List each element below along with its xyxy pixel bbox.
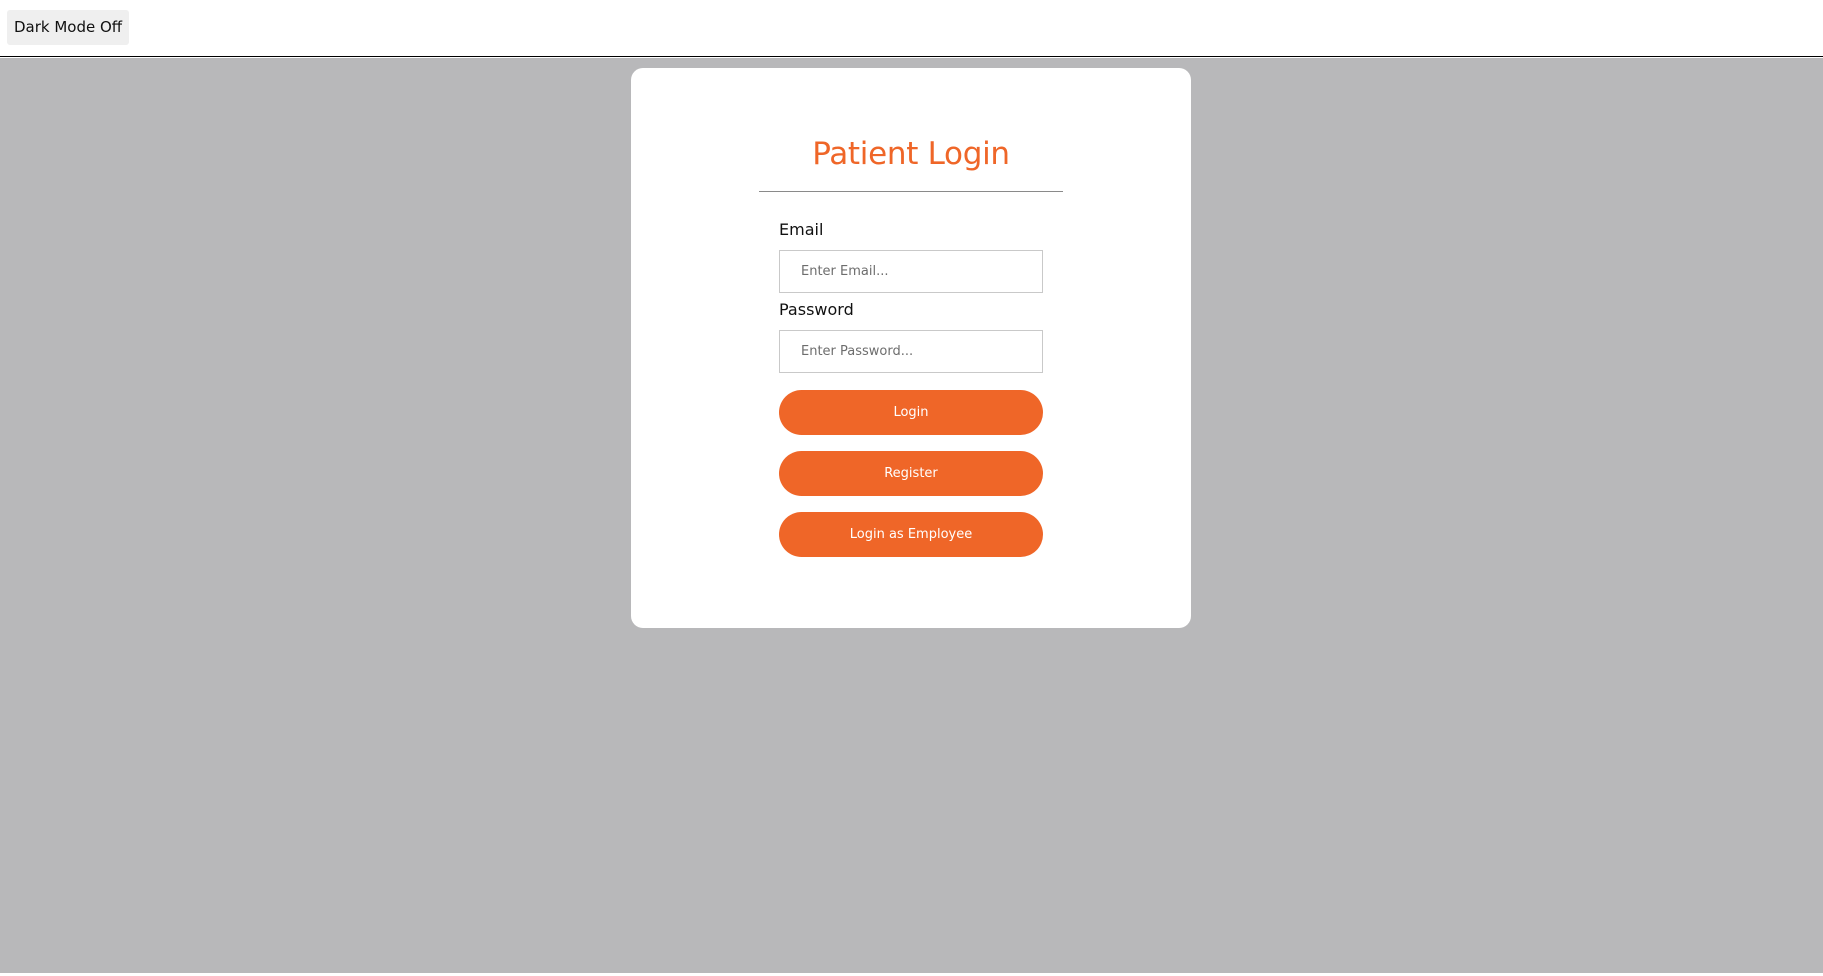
page-title: Patient Login [812,136,1010,172]
login-card: Patient Login Email Password Login Regis… [631,68,1191,628]
dark-mode-toggle-button[interactable]: Dark Mode Off [7,10,130,45]
title-divider [759,191,1063,192]
page-background: Patient Login Email Password Login Regis… [0,58,1823,973]
password-field[interactable] [779,330,1043,373]
password-label: Password [779,300,854,319]
login-as-employee-button[interactable]: Login as Employee [779,512,1043,557]
email-field[interactable] [779,250,1043,293]
email-label: Email [779,220,824,239]
register-button[interactable]: Register [779,451,1043,496]
login-button[interactable]: Login [779,390,1043,435]
top-bar: Dark Mode Off [0,0,1823,57]
